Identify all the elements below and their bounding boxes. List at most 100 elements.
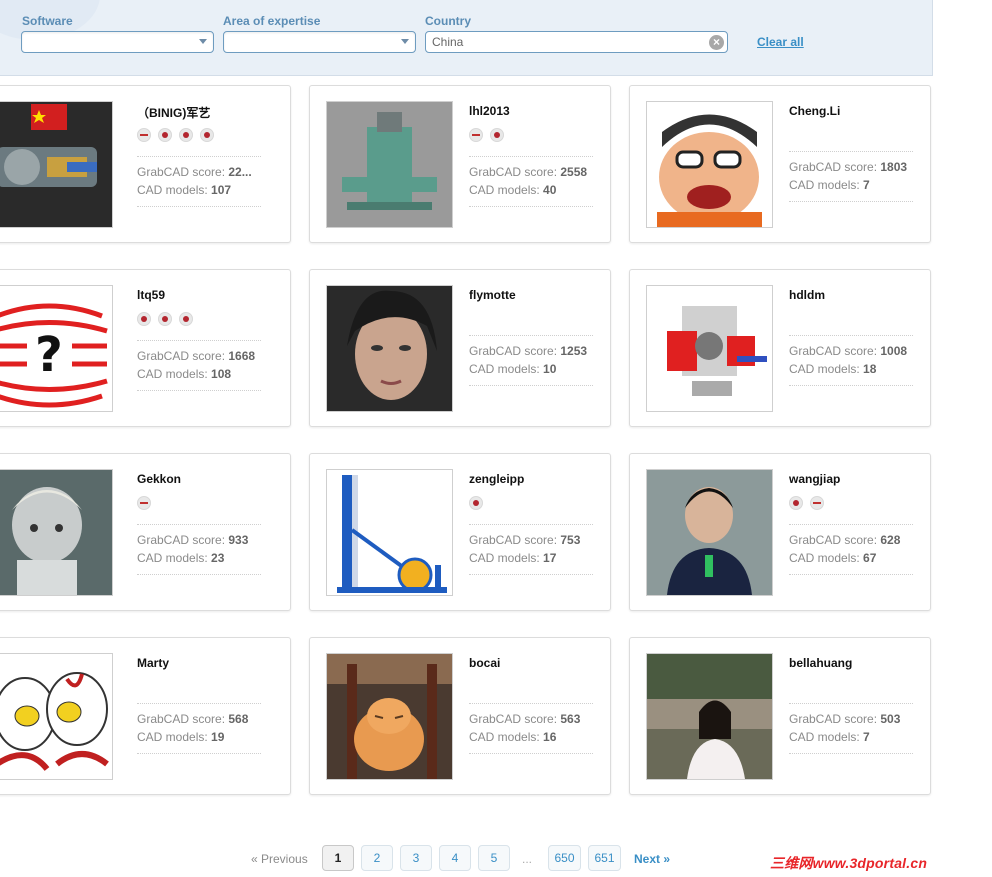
avatar[interactable] bbox=[0, 653, 113, 780]
user-name-link[interactable]: ltq59 bbox=[137, 288, 165, 302]
user-stats: GrabCAD score: 753 CAD models: 17 bbox=[469, 524, 593, 575]
badge-icon bbox=[158, 128, 172, 142]
avatar[interactable] bbox=[0, 101, 113, 228]
avatar[interactable] bbox=[0, 469, 113, 596]
user-card[interactable]: lhl2013 GrabCAD score: 2558 CAD models: … bbox=[309, 85, 611, 243]
user-card[interactable]: Marty GrabCAD score: 568 CAD models: 19 bbox=[0, 637, 291, 795]
models-label: CAD models: bbox=[789, 730, 864, 744]
avatar-image bbox=[647, 286, 772, 411]
user-name-link[interactable]: Gekkon bbox=[137, 472, 181, 486]
models-value: 67 bbox=[863, 551, 877, 565]
user-name-link[interactable]: Marty bbox=[137, 656, 169, 670]
user-stats: GrabCAD score: 1668 CAD models: 108 bbox=[137, 340, 261, 391]
user-card[interactable]: Cheng.Li GrabCAD score: 1803 CAD models:… bbox=[629, 85, 931, 243]
user-card[interactable]: hdldm GrabCAD score: 1008 CAD models: 18 bbox=[629, 269, 931, 427]
page-button[interactable]: 5 bbox=[478, 845, 510, 871]
clear-all-link[interactable]: Clear all bbox=[757, 35, 804, 49]
models-label: CAD models: bbox=[469, 362, 544, 376]
previous-page-link[interactable]: « Previous bbox=[251, 852, 308, 866]
user-card[interactable]: bellahuang GrabCAD score: 503 CAD models… bbox=[629, 637, 931, 795]
user-stats: GrabCAD score: 2558 CAD models: 40 bbox=[469, 156, 593, 207]
user-card[interactable]: （BINIG)军艺 GrabCAD score: 22... CAD model… bbox=[0, 85, 291, 243]
user-name-link[interactable]: zengleipp bbox=[469, 472, 524, 486]
score-value: 933 bbox=[228, 533, 249, 547]
avatar[interactable] bbox=[646, 285, 773, 412]
page-button[interactable]: 3 bbox=[400, 845, 432, 871]
avatar-image bbox=[0, 470, 112, 595]
badge-icon bbox=[137, 496, 151, 510]
user-card[interactable]: ? ltq59 GrabCAD score: 1668 CAD models: … bbox=[0, 269, 291, 427]
user-card[interactable]: bocai GrabCAD score: 563 CAD models: 16 bbox=[309, 637, 611, 795]
user-name-link[interactable]: （BINIG)军艺 bbox=[137, 104, 210, 121]
avatar-image bbox=[647, 470, 772, 595]
user-name-link[interactable]: bellahuang bbox=[789, 656, 852, 670]
user-card[interactable]: wangjiap GrabCAD score: 628 CAD models: … bbox=[629, 453, 931, 611]
page-button[interactable]: 650 bbox=[548, 845, 581, 871]
models-label: CAD models: bbox=[469, 183, 544, 197]
avatar[interactable]: ? bbox=[0, 285, 113, 412]
score-label: GrabCAD score: bbox=[789, 344, 881, 358]
score-value: 22... bbox=[228, 165, 252, 179]
country-input[interactable]: China × bbox=[425, 31, 728, 53]
user-card[interactable]: flymotte GrabCAD score: 1253 CAD models:… bbox=[309, 269, 611, 427]
avatar[interactable] bbox=[646, 101, 773, 228]
score-label: GrabCAD score: bbox=[789, 712, 881, 726]
score-label: GrabCAD score: bbox=[789, 533, 881, 547]
user-stats: GrabCAD score: 568 CAD models: 19 bbox=[137, 703, 261, 754]
pagination-ellipsis: ... bbox=[522, 852, 533, 866]
score-label: GrabCAD score: bbox=[789, 160, 881, 174]
user-name-link[interactable]: hdldm bbox=[789, 288, 825, 302]
page-button[interactable]: 2 bbox=[361, 845, 393, 871]
badge-icon bbox=[490, 128, 504, 142]
user-stats: GrabCAD score: 628 CAD models: 67 bbox=[789, 524, 913, 575]
badge-list bbox=[789, 496, 831, 512]
badge-icon bbox=[137, 312, 151, 326]
software-label: Software bbox=[22, 14, 73, 28]
country-value: China bbox=[432, 35, 464, 49]
user-card[interactable]: zengleipp GrabCAD score: 753 CAD models:… bbox=[309, 453, 611, 611]
area-of-expertise-select[interactable] bbox=[223, 31, 416, 53]
user-stats: GrabCAD score: 22... CAD models: 107 bbox=[137, 156, 261, 207]
user-name-link[interactable]: lhl2013 bbox=[469, 104, 510, 118]
page-button[interactable]: 4 bbox=[439, 845, 471, 871]
score-value: 753 bbox=[560, 533, 581, 547]
models-label: CAD models: bbox=[789, 551, 864, 565]
badge-icon bbox=[789, 496, 803, 510]
score-value: 1253 bbox=[560, 344, 588, 358]
software-select[interactable] bbox=[21, 31, 214, 53]
avatar[interactable] bbox=[326, 285, 453, 412]
score-label: GrabCAD score: bbox=[469, 344, 561, 358]
chevron-down-icon bbox=[401, 39, 409, 44]
badge-list bbox=[469, 496, 490, 512]
avatar[interactable] bbox=[326, 469, 453, 596]
score-label: GrabCAD score: bbox=[137, 165, 229, 179]
user-name-link[interactable]: wangjiap bbox=[789, 472, 840, 486]
badge-list bbox=[137, 496, 158, 512]
models-value: 108 bbox=[211, 367, 232, 381]
avatar[interactable] bbox=[326, 101, 453, 228]
score-label: GrabCAD score: bbox=[469, 165, 561, 179]
avatar[interactable] bbox=[646, 653, 773, 780]
avatar[interactable] bbox=[326, 653, 453, 780]
models-label: CAD models: bbox=[469, 730, 544, 744]
user-name-link[interactable]: flymotte bbox=[469, 288, 516, 302]
models-value: 23 bbox=[211, 551, 225, 565]
models-label: CAD models: bbox=[137, 367, 212, 381]
user-name-link[interactable]: Cheng.Li bbox=[789, 104, 840, 118]
models-value: 17 bbox=[543, 551, 557, 565]
page-button[interactable]: 1 bbox=[322, 845, 354, 871]
badge-icon bbox=[137, 128, 151, 142]
user-name-link[interactable]: bocai bbox=[469, 656, 500, 670]
page-button[interactable]: 651 bbox=[588, 845, 621, 871]
badge-list bbox=[469, 128, 511, 144]
svg-text:?: ? bbox=[35, 327, 63, 383]
chevron-down-icon bbox=[199, 39, 207, 44]
score-value: 2558 bbox=[560, 165, 588, 179]
next-page-link[interactable]: Next » bbox=[634, 852, 670, 866]
clear-input-icon[interactable]: × bbox=[709, 35, 724, 50]
models-label: CAD models: bbox=[789, 178, 864, 192]
user-card[interactable]: Gekkon GrabCAD score: 933 CAD models: 23 bbox=[0, 453, 291, 611]
avatar-image bbox=[0, 654, 112, 779]
avatar[interactable] bbox=[646, 469, 773, 596]
badge-icon bbox=[158, 312, 172, 326]
